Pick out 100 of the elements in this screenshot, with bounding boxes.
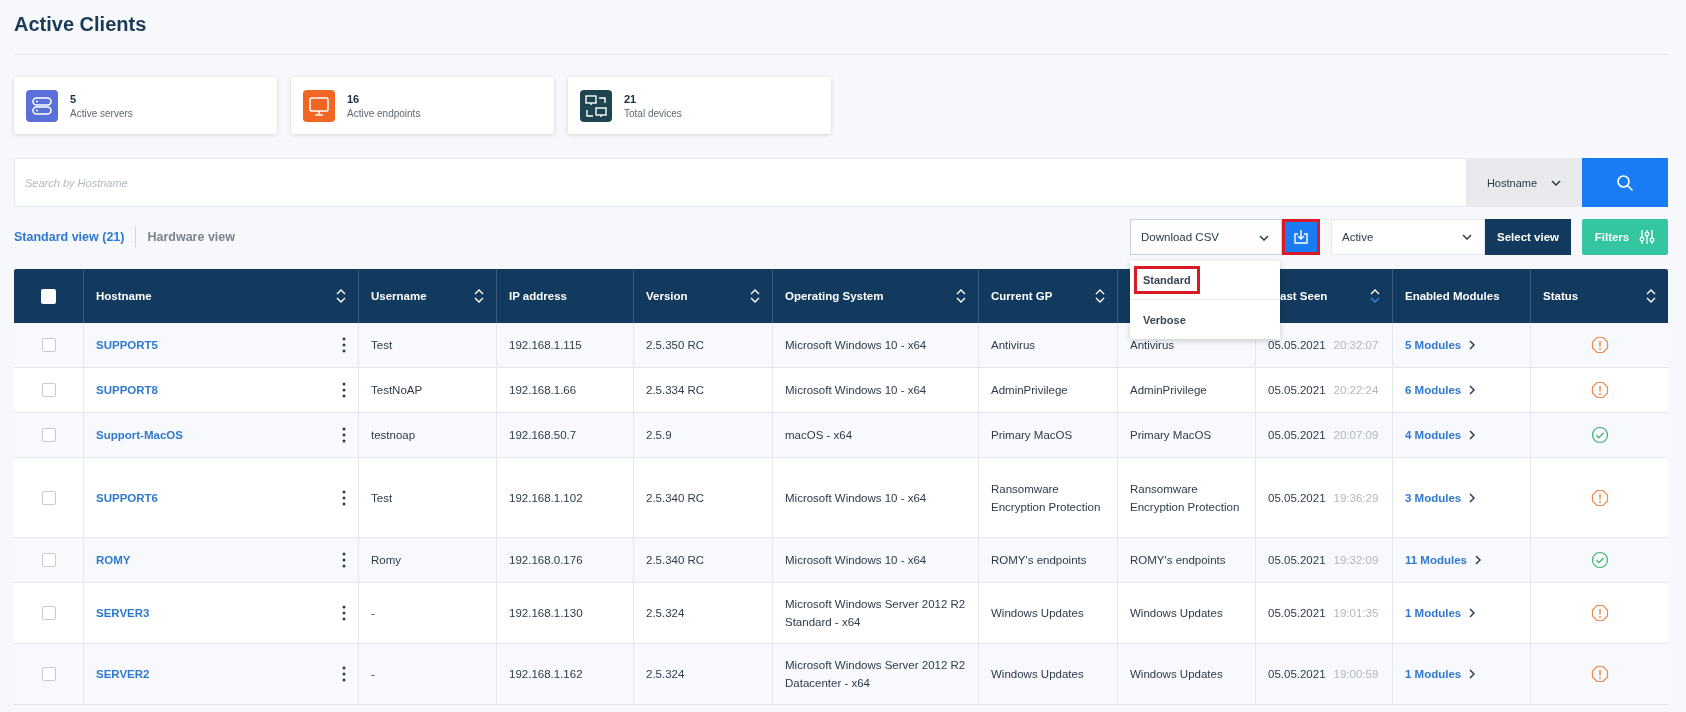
download-icon xyxy=(1293,229,1309,245)
hostname-link[interactable]: SUPPORT6 xyxy=(96,488,158,507)
ip-address-cell-text: 192.168.1.102 xyxy=(509,490,583,506)
table-cell-text: Windows Updates xyxy=(1130,606,1223,621)
group-policy-cell-text: Windows Updates xyxy=(991,667,1084,682)
version-cell-text: 2.5.350 RC xyxy=(646,338,705,353)
version-cell-text: 2.5.334 RC xyxy=(646,383,705,398)
os-cell-text: Microsoft Windows 10 - x64 xyxy=(785,553,927,568)
date-text: 05.05.2021 xyxy=(1268,383,1326,398)
search-field[interactable]: Search by Hostname xyxy=(14,158,1466,207)
chevron-down-icon xyxy=(1259,235,1269,241)
menu-option[interactable]: Verbose xyxy=(1134,305,1195,334)
hostname-link[interactable]: ROMY xyxy=(96,551,131,569)
chevron-right-icon xyxy=(1475,555,1481,565)
time-text: 20:22:24 xyxy=(1333,383,1379,398)
sliders-icon xyxy=(1639,229,1656,245)
group-policy-cell-text: AdminPrivilege xyxy=(991,383,1068,398)
sort-icon[interactable] xyxy=(1646,288,1656,304)
modules-link[interactable]: 5 Modules xyxy=(1405,336,1462,354)
hostname-link[interactable]: SERVER3 xyxy=(96,604,150,622)
group-policy-cell-text: Antivirus xyxy=(991,338,1036,353)
view-tab[interactable]: Hardware view xyxy=(136,230,246,244)
version-cell-text: 2.5.324 xyxy=(646,667,685,682)
stat-value: 5 xyxy=(70,92,78,105)
kebab-menu-icon[interactable] xyxy=(342,427,346,443)
stat-label: Total devices xyxy=(624,107,682,119)
hostname-link[interactable]: SERVER2 xyxy=(96,665,150,683)
chevron-right-icon xyxy=(1469,430,1476,440)
modules-link[interactable]: 1 Modules xyxy=(1405,604,1462,622)
select-view-button[interactable]: Select view xyxy=(1485,219,1571,255)
version-cell-text: 2.5.324 xyxy=(646,606,685,621)
kebab-menu-icon[interactable] xyxy=(342,489,346,506)
chevron-right-icon xyxy=(1469,669,1476,679)
chevron-down-icon xyxy=(1462,234,1472,240)
modules-link[interactable]: 6 Modules xyxy=(1405,381,1462,399)
export-select[interactable]: Download CSV xyxy=(1130,219,1282,255)
row-checkbox[interactable] xyxy=(41,606,56,620)
sort-icon[interactable] xyxy=(474,288,484,304)
os-cell-text: macOS - x64 xyxy=(785,428,853,443)
view-select[interactable]: Active xyxy=(1331,219,1485,255)
username-cell-text: - xyxy=(371,667,375,682)
menu-option[interactable]: Standard xyxy=(1134,266,1200,294)
os-cell-text: Microsoft Windows 10 - x64 xyxy=(785,338,927,353)
os-cell-text: Microsoft Windows 10 - x64 xyxy=(785,383,927,398)
select-all-checkbox[interactable] xyxy=(41,288,56,304)
group-policy-cell-text: Windows Updates xyxy=(991,606,1084,621)
kebab-menu-icon[interactable] xyxy=(342,552,346,568)
group-policy-cell-text: Ransomware Encryption Protection xyxy=(991,481,1102,515)
kebab-menu-icon[interactable] xyxy=(342,666,346,682)
hostname-link[interactable]: SUPPORT5 xyxy=(96,336,158,354)
sort-icon[interactable] xyxy=(1095,288,1105,304)
date-text: 05.05.2021 xyxy=(1268,490,1326,506)
sort-icon[interactable] xyxy=(1370,288,1380,304)
version-cell-text: 2.5.340 RC xyxy=(646,490,705,506)
table-cell-text: Ransomware Encryption Protection xyxy=(1130,481,1241,515)
username-cell-text: Test xyxy=(371,338,393,353)
chevron-right-icon xyxy=(1469,608,1476,618)
kebab-menu-icon[interactable] xyxy=(342,382,346,398)
search-icon xyxy=(1616,173,1634,192)
modules-link[interactable]: 3 Modules xyxy=(1405,488,1462,507)
modules-link[interactable]: 11 Modules xyxy=(1405,551,1467,569)
row-checkbox[interactable] xyxy=(41,338,56,352)
modules-link[interactable]: 4 Modules xyxy=(1405,426,1462,444)
row-checkbox[interactable] xyxy=(41,553,56,567)
download-button[interactable] xyxy=(1282,219,1320,255)
os-cell-text: Microsoft Windows Server 2012 R2 Standard - x64 xyxy=(785,597,966,630)
time-text: 19:01:35 xyxy=(1333,606,1379,621)
row-checkbox[interactable] xyxy=(41,490,56,505)
table-cell-text: Antivirus xyxy=(1130,338,1175,353)
page-title: Active Clients xyxy=(14,13,148,36)
row-checkbox[interactable] xyxy=(41,383,56,397)
row-checkbox[interactable] xyxy=(41,667,56,681)
version-cell-text: 2.5.340 RC xyxy=(646,553,705,568)
kebab-menu-icon[interactable] xyxy=(342,337,346,353)
stat-label: Active servers xyxy=(70,107,133,119)
hostname-link[interactable]: Support-MacOS xyxy=(96,426,183,444)
stat-value: 16 xyxy=(347,92,361,105)
modules-link[interactable]: 1 Modules xyxy=(1405,665,1462,683)
ip-address-cell-text: 192.168.1.130 xyxy=(509,606,583,621)
hostname-link[interactable]: SUPPORT8 xyxy=(96,381,158,399)
table-cell-text: ROMY's endpoints xyxy=(1130,553,1226,568)
field-select[interactable]: Hostname xyxy=(1466,158,1582,207)
view-tab[interactable]: Standard view (21) xyxy=(14,230,136,244)
group-policy-cell-text: Primary MacOS xyxy=(991,428,1073,443)
sort-icon[interactable] xyxy=(336,288,346,304)
table-cell-text: AdminPrivilege xyxy=(1130,383,1207,398)
column-header[interactable]: Status xyxy=(1531,269,1668,323)
os-cell-text: Microsoft Windows Server 2012 R2 Datacenter - x64 xyxy=(785,658,966,691)
os-cell-text: Microsoft Windows 10 - x64 xyxy=(785,490,927,506)
row-checkbox[interactable] xyxy=(41,428,56,442)
version-cell-text: 2.5.9 xyxy=(646,428,672,443)
username-cell-text: TestNoAP xyxy=(371,383,423,398)
time-text: 19:00:59 xyxy=(1333,667,1379,682)
sort-icon[interactable] xyxy=(956,288,966,304)
kebab-menu-icon[interactable] xyxy=(342,605,346,621)
sort-icon[interactable] xyxy=(750,288,760,304)
ip-address-cell-text: 192.168.1.115 xyxy=(509,338,582,353)
ip-address-cell-text: 192.168.1.66 xyxy=(509,383,577,398)
table-cell-text: Windows Updates xyxy=(1130,667,1223,682)
ip-address-cell-text: 192.168.1.162 xyxy=(509,667,583,682)
